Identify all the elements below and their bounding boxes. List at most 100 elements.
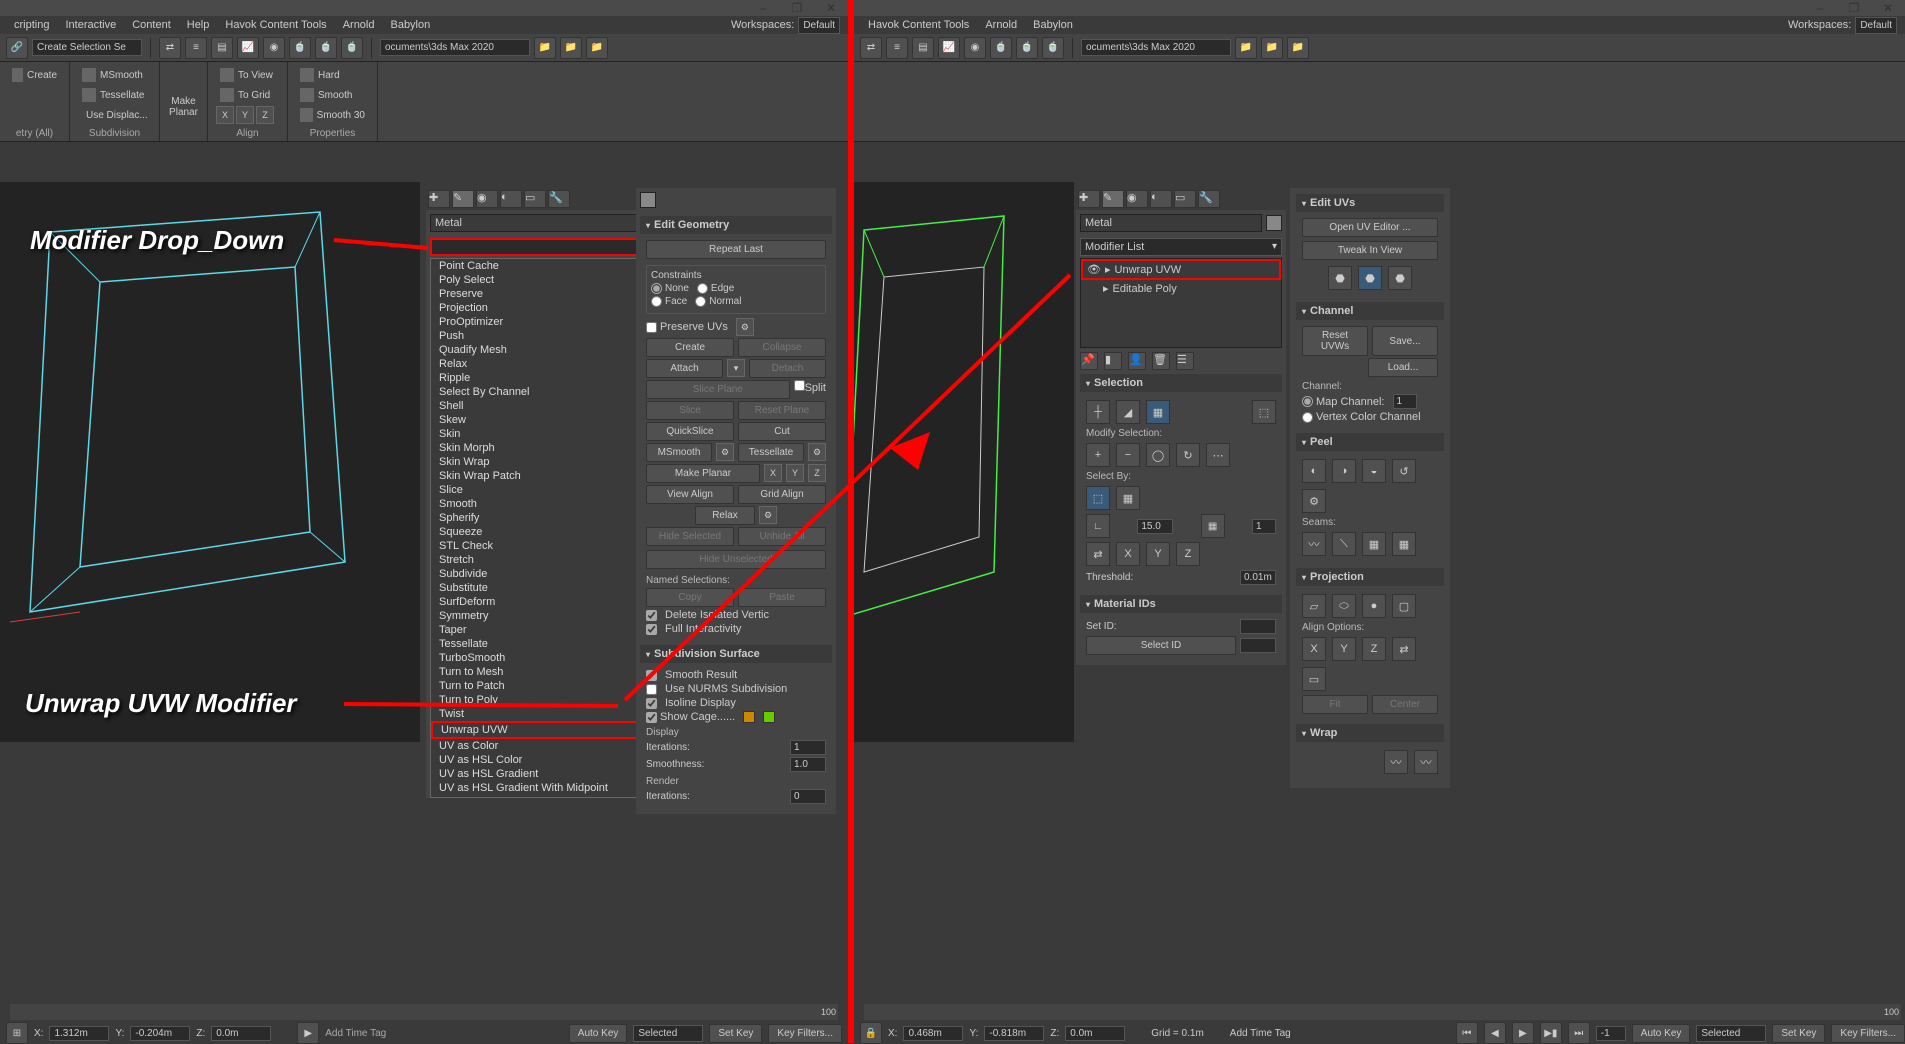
- attach-list-icon[interactable]: ▾: [727, 359, 745, 377]
- curve-editor-icon[interactable]: 📈: [237, 37, 259, 59]
- quick-pelt-icon[interactable]: ⬣: [1358, 266, 1382, 290]
- stack-editable-poly[interactable]: ▸ Editable Poly: [1081, 280, 1281, 297]
- attach-btn[interactable]: Attach: [646, 359, 723, 378]
- object-name-right[interactable]: [1080, 214, 1262, 232]
- preserve-uvs-settings[interactable]: ⚙: [736, 318, 754, 336]
- close-btn-left[interactable]: ✕: [818, 1, 844, 15]
- to-view-btn[interactable]: To View: [216, 66, 279, 84]
- subdiv-surface-header[interactable]: Subdivision Surface: [640, 645, 832, 663]
- keyfilters-btn-left[interactable]: Key Filters...: [768, 1024, 842, 1043]
- menu-havok[interactable]: Havok Content Tools: [219, 19, 332, 31]
- configure-icon[interactable]: ☰: [1176, 352, 1194, 370]
- autokey-btn-left[interactable]: Auto Key: [569, 1024, 628, 1043]
- smooth-btn[interactable]: Smooth: [296, 86, 369, 104]
- mirror-icon-r[interactable]: ⇄: [860, 37, 882, 59]
- edit-geometry-header[interactable]: Edit Geometry: [640, 216, 832, 234]
- msmooth-btn[interactable]: MSmooth: [78, 66, 151, 84]
- tessellate2-btn[interactable]: Tessellate: [738, 443, 804, 462]
- create-tab[interactable]: ✚: [428, 190, 450, 208]
- show-result-icon[interactable]: ▮: [1104, 352, 1122, 370]
- motion-tab[interactable]: ◐: [500, 190, 522, 208]
- layer-icon-r[interactable]: ▤: [912, 37, 934, 59]
- create-button[interactable]: Create: [8, 66, 61, 84]
- grow-icon[interactable]: +: [1086, 443, 1110, 467]
- open-icon-1[interactable]: 📁: [534, 37, 556, 59]
- split-check[interactable]: Split: [794, 380, 826, 399]
- proj-box-icon[interactable]: ▢: [1392, 594, 1416, 618]
- utilities-tab[interactable]: 🔧: [548, 190, 570, 208]
- x-coord-right[interactable]: [903, 1026, 963, 1041]
- x-coord-left[interactable]: [49, 1026, 109, 1041]
- isoline-check[interactable]: Isoline Display: [646, 697, 826, 709]
- mirror-x-btn[interactable]: X: [1116, 542, 1140, 566]
- menu-help[interactable]: Help: [181, 19, 216, 31]
- cage-color-2[interactable]: [763, 711, 775, 723]
- fit-btn[interactable]: Fit: [1302, 695, 1368, 714]
- peel-1-icon[interactable]: ◐: [1302, 459, 1326, 483]
- loop-icon[interactable]: ↻: [1176, 443, 1200, 467]
- selection-header[interactable]: Selection: [1080, 374, 1282, 392]
- autokey-btn-right[interactable]: Auto Key: [1632, 1024, 1691, 1043]
- delete-isolated-check[interactable]: Delete Isolated Vertic: [646, 609, 826, 621]
- planar-z[interactable]: Z: [808, 464, 826, 482]
- workspace-select-left[interactable]: Default: [798, 17, 840, 34]
- count-icon[interactable]: ▦: [1201, 514, 1225, 538]
- reset-plane-btn[interactable]: Reset Plane: [738, 401, 826, 420]
- select-id-btn[interactable]: Select ID: [1086, 636, 1236, 655]
- peel-2-icon[interactable]: ◑: [1332, 459, 1356, 483]
- utilities-tab-r[interactable]: 🔧: [1198, 190, 1220, 208]
- cut-btn[interactable]: Cut: [738, 422, 826, 441]
- menu-scripting[interactable]: cripting: [8, 19, 55, 31]
- seam-edge-icon[interactable]: 〰: [1302, 532, 1326, 556]
- set-id-spinner[interactable]: [1240, 619, 1276, 634]
- material-ids-header[interactable]: Material IDs: [1080, 595, 1282, 613]
- proj-best-icon[interactable]: ⇄: [1392, 637, 1416, 661]
- constraint-edge[interactable]: Edge: [697, 283, 734, 294]
- render-prod-icon-r[interactable]: 🍵: [1042, 37, 1064, 59]
- quick-planar-icon[interactable]: ⬣: [1388, 266, 1412, 290]
- load-uvws-btn[interactable]: Load...: [1368, 358, 1438, 377]
- minimize-btn-right[interactable]: –: [1807, 1, 1833, 15]
- stack-unwrap-uvw[interactable]: 👁 ▸ Unwrap UVW: [1081, 259, 1281, 280]
- hierarchy-tab[interactable]: ◉: [476, 190, 498, 208]
- display-tab[interactable]: ▭: [524, 190, 546, 208]
- proj-view-icon[interactable]: ▭: [1302, 667, 1326, 691]
- z-coord-left[interactable]: [211, 1026, 271, 1041]
- cur-frame-input[interactable]: [1596, 1026, 1626, 1041]
- restore-btn-right[interactable]: ❐: [1841, 1, 1867, 15]
- keyfilters-btn-right[interactable]: Key Filters...: [1831, 1024, 1905, 1043]
- keymode-dd-left[interactable]: Selected: [633, 1025, 703, 1042]
- viewport-right[interactable]: [854, 182, 1074, 742]
- keymode-dd-right[interactable]: Selected: [1696, 1025, 1766, 1042]
- modifier-stack[interactable]: 👁 ▸ Unwrap UVW ▸ Editable Poly: [1080, 258, 1282, 348]
- y-coord-left[interactable]: [130, 1026, 190, 1041]
- eye-icon[interactable]: 👁: [1087, 263, 1101, 276]
- quickslice-btn[interactable]: QuickSlice: [646, 422, 734, 441]
- goto-start-icon[interactable]: ⏮: [1456, 1022, 1478, 1044]
- layer-icon[interactable]: ▤: [211, 37, 233, 59]
- timeline-right[interactable]: 100: [854, 1001, 1905, 1023]
- pelt-icon[interactable]: ⚙: [1302, 489, 1326, 513]
- select-by-element-icon[interactable]: ⬚: [1086, 486, 1110, 510]
- goto-end-icon[interactable]: ⏭: [1568, 1022, 1590, 1044]
- select-id-spinner[interactable]: [1240, 638, 1276, 653]
- render-setup-icon-r[interactable]: 🍵: [990, 37, 1012, 59]
- angle-icon[interactable]: ∟: [1086, 514, 1110, 538]
- count-spinner[interactable]: [1252, 519, 1276, 534]
- smooth-result-check[interactable]: Smooth Result: [646, 669, 826, 681]
- make-planar-icon[interactable]: [170, 66, 198, 94]
- add-timetag-right[interactable]: Add Time Tag: [1230, 1028, 1291, 1039]
- select-by-planar-icon[interactable]: ▦: [1116, 486, 1140, 510]
- so-element-icon[interactable]: ⬚: [1252, 400, 1276, 424]
- y-coord-right[interactable]: [984, 1026, 1044, 1041]
- constraint-none[interactable]: None: [651, 283, 689, 294]
- repeat-last-btn[interactable]: Repeat Last: [646, 240, 826, 259]
- mirror-icon[interactable]: ⇄: [159, 37, 181, 59]
- mirror-z-btn[interactable]: Z: [1176, 542, 1200, 566]
- projection-header[interactable]: Projection: [1296, 568, 1444, 586]
- grid-align-btn[interactable]: Grid Align: [738, 485, 826, 504]
- dot-sel-icon[interactable]: ⋯: [1206, 443, 1230, 467]
- show-cage-check[interactable]: Show Cage......: [646, 711, 735, 723]
- align-icon[interactable]: ≡: [185, 37, 207, 59]
- open-icon-r1[interactable]: 📁: [1235, 37, 1257, 59]
